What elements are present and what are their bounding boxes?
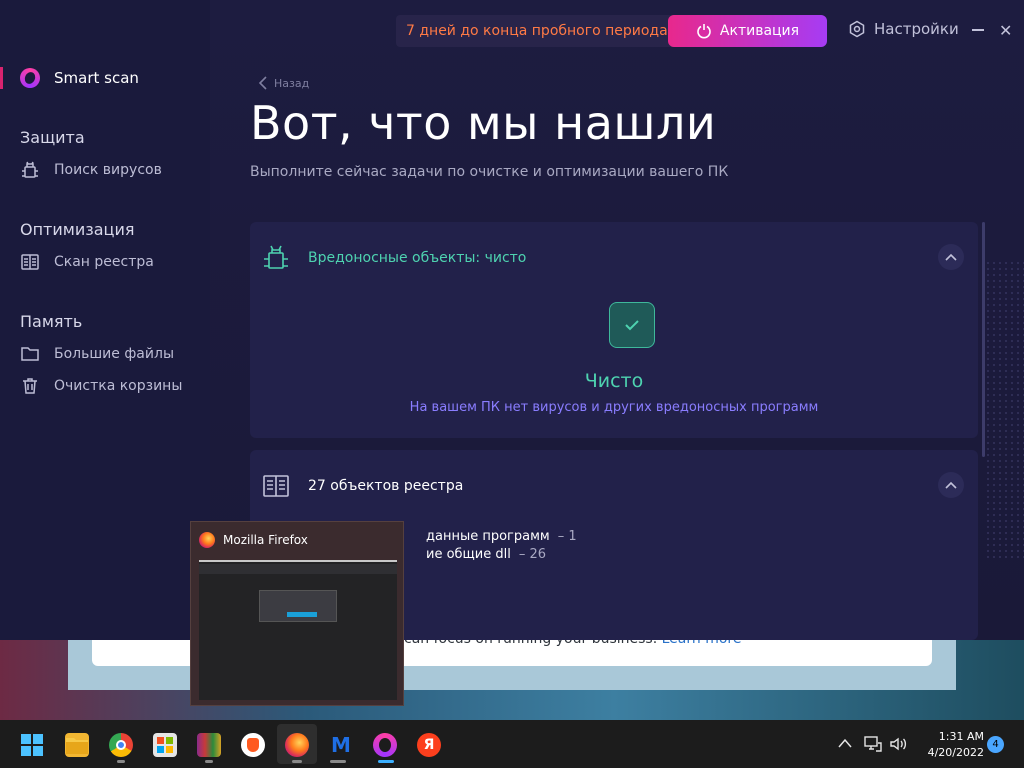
decorative-pattern <box>985 260 1024 560</box>
windows-icon <box>21 734 43 756</box>
registry-icon <box>21 254 39 270</box>
sidebar-item-label: Большие файлы <box>54 346 174 362</box>
volume-icon[interactable] <box>889 736 907 756</box>
sidebar: Smart scan Защита Поиск вирусов Оптимиза… <box>0 0 210 640</box>
back-button[interactable]: Назад <box>258 76 309 90</box>
app-window: Smart scan Защита Поиск вирусов Оптимиза… <box>0 0 1024 640</box>
store-icon[interactable] <box>153 733 177 757</box>
malware-status-header: Вредоносные объекты: чисто <box>308 250 527 266</box>
start-button[interactable] <box>20 733 44 757</box>
chevron-left-icon <box>258 76 267 90</box>
thumb-button <box>287 612 317 617</box>
app-logo-icon <box>20 68 40 88</box>
check-badge <box>609 302 655 348</box>
running-indicator <box>292 760 302 763</box>
sidebar-item-smart-scan[interactable]: Smart scan <box>20 68 139 88</box>
malwarebytes-icon[interactable]: M <box>329 733 353 757</box>
chevron-up-icon <box>945 253 957 261</box>
firefox-icon[interactable] <box>285 733 309 757</box>
firefox-icon <box>199 532 215 548</box>
registry-line: ие общие dll – 26 <box>426 547 547 562</box>
trial-badge: 7 дней до конца пробного периода <box>396 15 678 47</box>
active-indicator <box>378 760 394 763</box>
minimize-button[interactable] <box>972 29 984 31</box>
clock-time: 1:31 AM <box>938 730 984 743</box>
active-indicator <box>0 67 3 89</box>
clock-date: 4/20/2022 <box>927 746 984 759</box>
collapse-button[interactable] <box>938 244 964 270</box>
firefox-taskbar-preview[interactable]: Mozilla Firefox <box>190 521 404 706</box>
registry-count-header: 27 объектов реестра <box>308 478 464 494</box>
sidebar-item-registry-scan[interactable]: Скан реестра <box>20 252 154 272</box>
notification-badge[interactable]: 4 <box>987 736 1004 753</box>
preview-title: Mozilla Firefox <box>223 533 308 547</box>
sidebar-item-label: Скан реестра <box>54 254 154 270</box>
registry-icon <box>263 475 289 497</box>
activate-label: Активация <box>719 23 800 39</box>
activate-button[interactable]: Активация <box>668 15 827 47</box>
folder-icon <box>21 347 39 361</box>
section-protection: Защита <box>20 128 85 147</box>
clean-status-text: На вашем ПК нет вирусов и других вредоно… <box>409 400 819 415</box>
gear-icon <box>849 20 865 38</box>
back-label: Назад <box>274 76 310 90</box>
collapse-button[interactable] <box>938 472 964 498</box>
check-icon <box>625 320 639 331</box>
winrar-icon[interactable] <box>197 733 221 757</box>
page-subtitle: Выполните сейчас задачи по очистке и опт… <box>250 164 729 180</box>
sidebar-item-label: Поиск вирусов <box>54 162 162 178</box>
close-button[interactable]: ✕ <box>999 21 1012 40</box>
sidebar-item-label: Очистка корзины <box>54 378 183 394</box>
sidebar-item-large-files[interactable]: Большие файлы <box>20 344 174 364</box>
registry-card-header: 27 объектов реестра <box>262 472 463 500</box>
registry-line: данные программ – 1 <box>426 529 577 544</box>
file-explorer-icon[interactable] <box>65 733 89 757</box>
running-indicator <box>117 760 125 763</box>
thumb-toolbar <box>199 564 397 574</box>
chrome-icon[interactable] <box>109 733 133 757</box>
thumb-dialog <box>259 590 337 622</box>
power-icon <box>697 24 711 39</box>
sidebar-item-virus-scan[interactable]: Поиск вирусов <box>20 160 162 180</box>
sidebar-item-label: Smart scan <box>54 69 139 87</box>
bug-icon <box>264 245 288 269</box>
sidebar-item-recycle-bin[interactable]: Очистка корзины <box>20 376 182 396</box>
trash-icon <box>23 378 37 394</box>
malware-card: Вредоносные объекты: чисто Чисто На ваше… <box>250 222 978 438</box>
preview-thumbnail <box>199 560 397 700</box>
running-indicator <box>330 760 346 763</box>
clock[interactable]: 1:31 AM 4/20/2022 <box>912 729 984 761</box>
page-title: Вот, что мы нашли <box>250 96 717 150</box>
network-icon[interactable] <box>864 736 882 756</box>
preview-header: Mozilla Firefox <box>199 532 308 548</box>
opera-antivirus-icon[interactable] <box>373 733 397 757</box>
settings-label: Настройки <box>874 20 959 38</box>
chevron-up-icon[interactable] <box>838 736 852 752</box>
yandex-browser-icon[interactable]: Я <box>417 733 441 757</box>
section-optimization: Оптимизация <box>20 220 135 239</box>
chevron-up-icon <box>945 481 957 489</box>
bug-icon <box>22 161 38 178</box>
brave-browser-icon[interactable] <box>241 733 265 757</box>
clean-status-title: Чисто <box>584 370 644 392</box>
running-indicator <box>205 760 213 763</box>
settings-button[interactable]: Настройки <box>848 20 959 38</box>
malware-card-header: Вредоносные объекты: чисто <box>262 244 526 272</box>
section-memory: Память <box>20 312 83 331</box>
